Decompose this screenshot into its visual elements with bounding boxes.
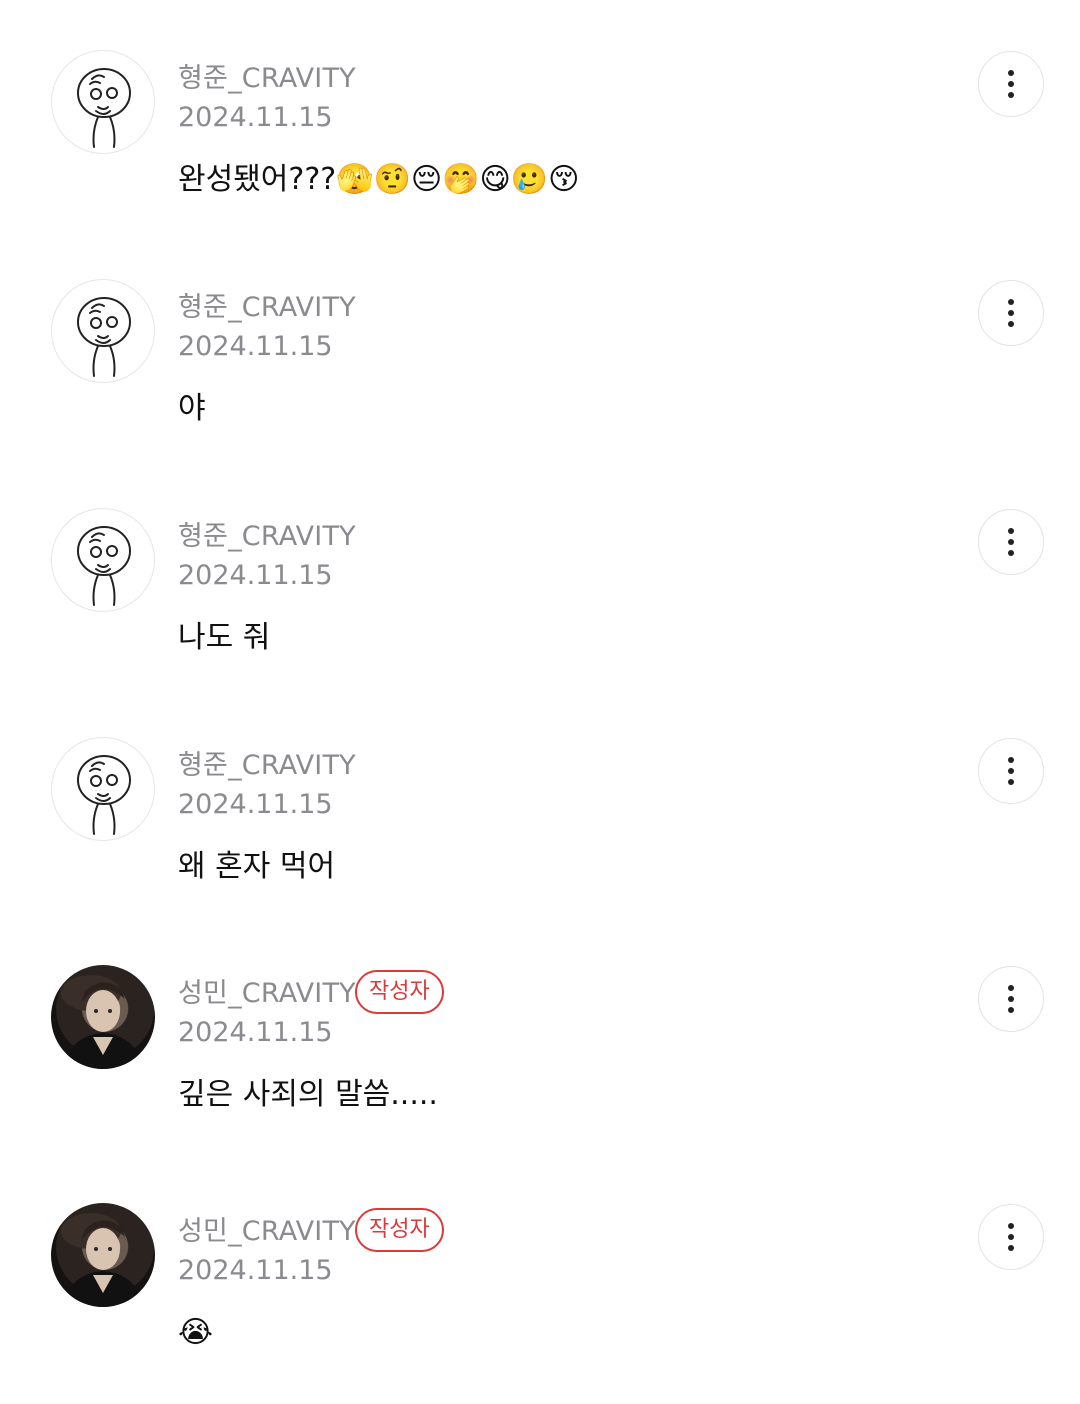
user-avatar[interactable]	[51, 737, 155, 841]
comment-username[interactable]: 성민_CRAVITY	[178, 1215, 356, 1249]
comment-item: 형준_CRAVITY 2024.11.15 야	[0, 229, 1080, 429]
profile-photo-icon	[61, 975, 145, 1069]
comment-date: 2024.11.15	[178, 331, 333, 362]
user-avatar[interactable]	[51, 279, 155, 383]
more-vertical-icon	[1008, 985, 1014, 1013]
author-badge: 작성자	[355, 970, 444, 1014]
comment-username[interactable]: 형준_CRAVITY	[178, 749, 356, 783]
profile-photo-icon	[61, 1213, 145, 1307]
author-badge: 작성자	[355, 1208, 444, 1252]
comment-text: 완성됐어???🫣🤨😔🤭😋🥲😚	[178, 162, 580, 197]
sketch-face-icon	[77, 68, 131, 148]
comment-username[interactable]: 성민_CRAVITY	[178, 977, 356, 1011]
user-avatar[interactable]	[51, 50, 155, 154]
comment-date: 2024.11.15	[178, 1255, 333, 1286]
more-vertical-icon	[1008, 299, 1014, 327]
comment-date: 2024.11.15	[178, 102, 333, 133]
comment-date: 2024.11.15	[178, 1017, 333, 1048]
comment-item: 형준_CRAVITY 2024.11.15 왜 혼자 먹어	[0, 687, 1080, 887]
comment-username[interactable]: 형준_CRAVITY	[178, 62, 356, 96]
user-avatar[interactable]	[51, 1203, 155, 1307]
more-vertical-icon	[1008, 1223, 1014, 1251]
sketch-face-icon	[77, 297, 131, 377]
more-options-button[interactable]	[978, 280, 1044, 346]
comment-item: 성민_CRAVITY 작성자 2024.11.15 😭	[0, 1153, 1080, 1353]
comment-item: 형준_CRAVITY 2024.11.15 나도 줘	[0, 458, 1080, 658]
comment-date: 2024.11.15	[178, 560, 333, 591]
user-avatar[interactable]	[51, 508, 155, 612]
comment-date: 2024.11.15	[178, 789, 333, 820]
user-avatar[interactable]	[51, 965, 155, 1069]
more-vertical-icon	[1008, 757, 1014, 785]
comment-item: 형준_CRAVITY 2024.11.15 완성됐어???🫣🤨😔🤭😋🥲😚	[0, 0, 1080, 200]
more-options-button[interactable]	[978, 509, 1044, 575]
more-options-button[interactable]	[978, 966, 1044, 1032]
more-options-button[interactable]	[978, 51, 1044, 117]
comment-text: 😭	[178, 1315, 214, 1350]
more-vertical-icon	[1008, 70, 1014, 98]
comment-item: 성민_CRAVITY 작성자 2024.11.15 깊은 사죄의 말씀.....	[0, 915, 1080, 1115]
sketch-face-icon	[77, 755, 131, 835]
comment-text: 나도 줘	[178, 620, 271, 655]
comment-text: 깊은 사죄의 말씀.....	[178, 1077, 438, 1112]
sketch-face-icon	[77, 526, 131, 606]
comment-username[interactable]: 형준_CRAVITY	[178, 520, 356, 554]
comment-text: 왜 혼자 먹어	[178, 849, 336, 884]
more-options-button[interactable]	[978, 738, 1044, 804]
more-options-button[interactable]	[978, 1204, 1044, 1270]
comment-text: 야	[178, 391, 206, 426]
comment-username[interactable]: 형준_CRAVITY	[178, 291, 356, 325]
more-vertical-icon	[1008, 528, 1014, 556]
